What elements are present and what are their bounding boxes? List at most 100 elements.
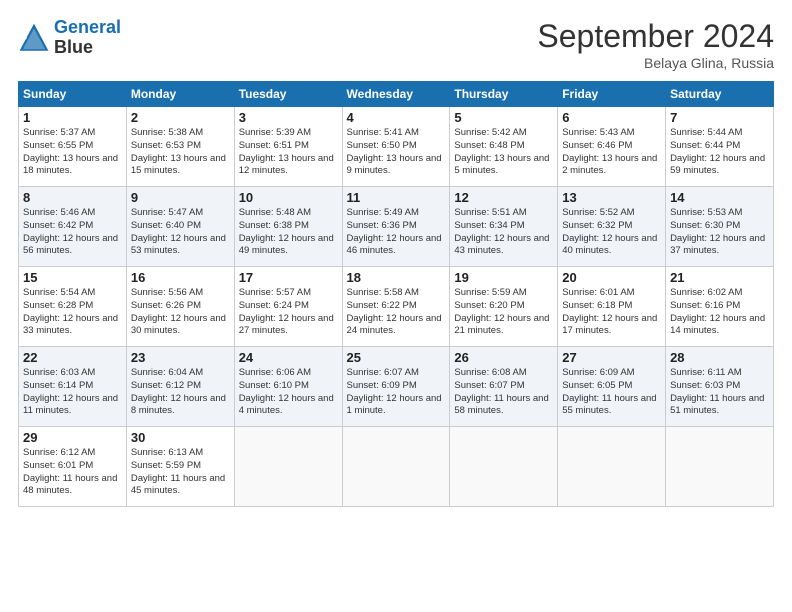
- day-info: Sunrise: 5:43 AM Sunset: 6:46 PM Dayligh…: [562, 127, 661, 178]
- sunset: Sunset: 6:53 PM: [131, 140, 230, 153]
- sunset: Sunset: 6:34 PM: [454, 220, 553, 233]
- day-number: 21: [670, 270, 769, 285]
- day-number: 9: [131, 190, 230, 205]
- day-cell: 18 Sunrise: 5:58 AM Sunset: 6:22 PM Dayl…: [342, 267, 450, 347]
- daylight: Daylight: 12 hours and 17 minutes.: [562, 313, 661, 339]
- sunrise: Sunrise: 6:01 AM: [562, 287, 661, 300]
- day-cell: 8 Sunrise: 5:46 AM Sunset: 6:42 PM Dayli…: [19, 187, 127, 267]
- week-row-2: 8 Sunrise: 5:46 AM Sunset: 6:42 PM Dayli…: [19, 187, 774, 267]
- day-number: 26: [454, 350, 553, 365]
- day-number: 4: [347, 110, 446, 125]
- day-cell: 28 Sunrise: 6:11 AM Sunset: 6:03 PM Dayl…: [666, 347, 774, 427]
- day-header-thursday: Thursday: [450, 82, 558, 107]
- day-number: 24: [239, 350, 338, 365]
- day-header-monday: Monday: [126, 82, 234, 107]
- day-cell: 4 Sunrise: 5:41 AM Sunset: 6:50 PM Dayli…: [342, 107, 450, 187]
- day-number: 25: [347, 350, 446, 365]
- day-cell: 7 Sunrise: 5:44 AM Sunset: 6:44 PM Dayli…: [666, 107, 774, 187]
- sunrise: Sunrise: 5:58 AM: [347, 287, 446, 300]
- sunrise: Sunrise: 5:47 AM: [131, 207, 230, 220]
- sunset: Sunset: 6:44 PM: [670, 140, 769, 153]
- day-info: Sunrise: 5:39 AM Sunset: 6:51 PM Dayligh…: [239, 127, 338, 178]
- month-title: September 2024: [537, 18, 774, 55]
- sunrise: Sunrise: 6:02 AM: [670, 287, 769, 300]
- sunset: Sunset: 6:05 PM: [562, 380, 661, 393]
- day-header-friday: Friday: [558, 82, 666, 107]
- day-cell: 24 Sunrise: 6:06 AM Sunset: 6:10 PM Dayl…: [234, 347, 342, 427]
- sunset: Sunset: 6:22 PM: [347, 300, 446, 313]
- day-info: Sunrise: 6:11 AM Sunset: 6:03 PM Dayligh…: [670, 367, 769, 418]
- sunrise: Sunrise: 5:57 AM: [239, 287, 338, 300]
- sunset: Sunset: 6:14 PM: [23, 380, 122, 393]
- day-info: Sunrise: 5:37 AM Sunset: 6:55 PM Dayligh…: [23, 127, 122, 178]
- sunrise: Sunrise: 5:46 AM: [23, 207, 122, 220]
- day-number: 8: [23, 190, 122, 205]
- sunrise: Sunrise: 5:54 AM: [23, 287, 122, 300]
- day-cell: [666, 427, 774, 507]
- day-info: Sunrise: 6:07 AM Sunset: 6:09 PM Dayligh…: [347, 367, 446, 418]
- day-cell: 3 Sunrise: 5:39 AM Sunset: 6:51 PM Dayli…: [234, 107, 342, 187]
- day-cell: 27 Sunrise: 6:09 AM Sunset: 6:05 PM Dayl…: [558, 347, 666, 427]
- day-cell: 14 Sunrise: 5:53 AM Sunset: 6:30 PM Dayl…: [666, 187, 774, 267]
- daylight: Daylight: 12 hours and 40 minutes.: [562, 233, 661, 259]
- sunrise: Sunrise: 6:04 AM: [131, 367, 230, 380]
- daylight: Daylight: 13 hours and 2 minutes.: [562, 153, 661, 179]
- day-cell: 9 Sunrise: 5:47 AM Sunset: 6:40 PM Dayli…: [126, 187, 234, 267]
- day-number: 10: [239, 190, 338, 205]
- day-cell: 26 Sunrise: 6:08 AM Sunset: 6:07 PM Dayl…: [450, 347, 558, 427]
- day-info: Sunrise: 5:41 AM Sunset: 6:50 PM Dayligh…: [347, 127, 446, 178]
- daylight: Daylight: 12 hours and 33 minutes.: [23, 313, 122, 339]
- day-cell: 19 Sunrise: 5:59 AM Sunset: 6:20 PM Dayl…: [450, 267, 558, 347]
- logo-icon: G: [18, 22, 50, 54]
- day-info: Sunrise: 5:59 AM Sunset: 6:20 PM Dayligh…: [454, 287, 553, 338]
- day-number: 15: [23, 270, 122, 285]
- daylight: Daylight: 12 hours and 56 minutes.: [23, 233, 122, 259]
- daylight: Daylight: 13 hours and 15 minutes.: [131, 153, 230, 179]
- day-cell: 22 Sunrise: 6:03 AM Sunset: 6:14 PM Dayl…: [19, 347, 127, 427]
- sunset: Sunset: 6:40 PM: [131, 220, 230, 233]
- sunrise: Sunrise: 5:52 AM: [562, 207, 661, 220]
- sunset: Sunset: 6:09 PM: [347, 380, 446, 393]
- sunset: Sunset: 6:01 PM: [23, 460, 122, 473]
- day-cell: [342, 427, 450, 507]
- sunset: Sunset: 6:10 PM: [239, 380, 338, 393]
- day-header-wednesday: Wednesday: [342, 82, 450, 107]
- week-row-3: 15 Sunrise: 5:54 AM Sunset: 6:28 PM Dayl…: [19, 267, 774, 347]
- day-info: Sunrise: 5:44 AM Sunset: 6:44 PM Dayligh…: [670, 127, 769, 178]
- sunrise: Sunrise: 5:49 AM: [347, 207, 446, 220]
- day-number: 27: [562, 350, 661, 365]
- day-info: Sunrise: 5:54 AM Sunset: 6:28 PM Dayligh…: [23, 287, 122, 338]
- sunset: Sunset: 6:24 PM: [239, 300, 338, 313]
- daylight: Daylight: 12 hours and 11 minutes.: [23, 393, 122, 419]
- day-info: Sunrise: 5:52 AM Sunset: 6:32 PM Dayligh…: [562, 207, 661, 258]
- sunrise: Sunrise: 5:53 AM: [670, 207, 769, 220]
- daylight: Daylight: 12 hours and 30 minutes.: [131, 313, 230, 339]
- day-info: Sunrise: 5:58 AM Sunset: 6:22 PM Dayligh…: [347, 287, 446, 338]
- sunrise: Sunrise: 5:39 AM: [239, 127, 338, 140]
- sunset: Sunset: 6:16 PM: [670, 300, 769, 313]
- day-cell: 20 Sunrise: 6:01 AM Sunset: 6:18 PM Dayl…: [558, 267, 666, 347]
- day-info: Sunrise: 6:01 AM Sunset: 6:18 PM Dayligh…: [562, 287, 661, 338]
- sunset: Sunset: 6:18 PM: [562, 300, 661, 313]
- daylight: Daylight: 12 hours and 1 minute.: [347, 393, 446, 419]
- day-cell: 6 Sunrise: 5:43 AM Sunset: 6:46 PM Dayli…: [558, 107, 666, 187]
- sunrise: Sunrise: 6:12 AM: [23, 447, 122, 460]
- sunset: Sunset: 6:36 PM: [347, 220, 446, 233]
- daylight: Daylight: 12 hours and 27 minutes.: [239, 313, 338, 339]
- sunset: Sunset: 6:30 PM: [670, 220, 769, 233]
- sunrise: Sunrise: 6:13 AM: [131, 447, 230, 460]
- day-cell: 2 Sunrise: 5:38 AM Sunset: 6:53 PM Dayli…: [126, 107, 234, 187]
- day-number: 7: [670, 110, 769, 125]
- sunrise: Sunrise: 5:48 AM: [239, 207, 338, 220]
- sunrise: Sunrise: 6:11 AM: [670, 367, 769, 380]
- day-number: 18: [347, 270, 446, 285]
- day-cell: 11 Sunrise: 5:49 AM Sunset: 6:36 PM Dayl…: [342, 187, 450, 267]
- day-info: Sunrise: 5:48 AM Sunset: 6:38 PM Dayligh…: [239, 207, 338, 258]
- sunset: Sunset: 6:50 PM: [347, 140, 446, 153]
- day-header-sunday: Sunday: [19, 82, 127, 107]
- day-info: Sunrise: 6:04 AM Sunset: 6:12 PM Dayligh…: [131, 367, 230, 418]
- daylight: Daylight: 12 hours and 24 minutes.: [347, 313, 446, 339]
- day-cell: 29 Sunrise: 6:12 AM Sunset: 6:01 PM Dayl…: [19, 427, 127, 507]
- daylight: Daylight: 12 hours and 37 minutes.: [670, 233, 769, 259]
- sunrise: Sunrise: 6:07 AM: [347, 367, 446, 380]
